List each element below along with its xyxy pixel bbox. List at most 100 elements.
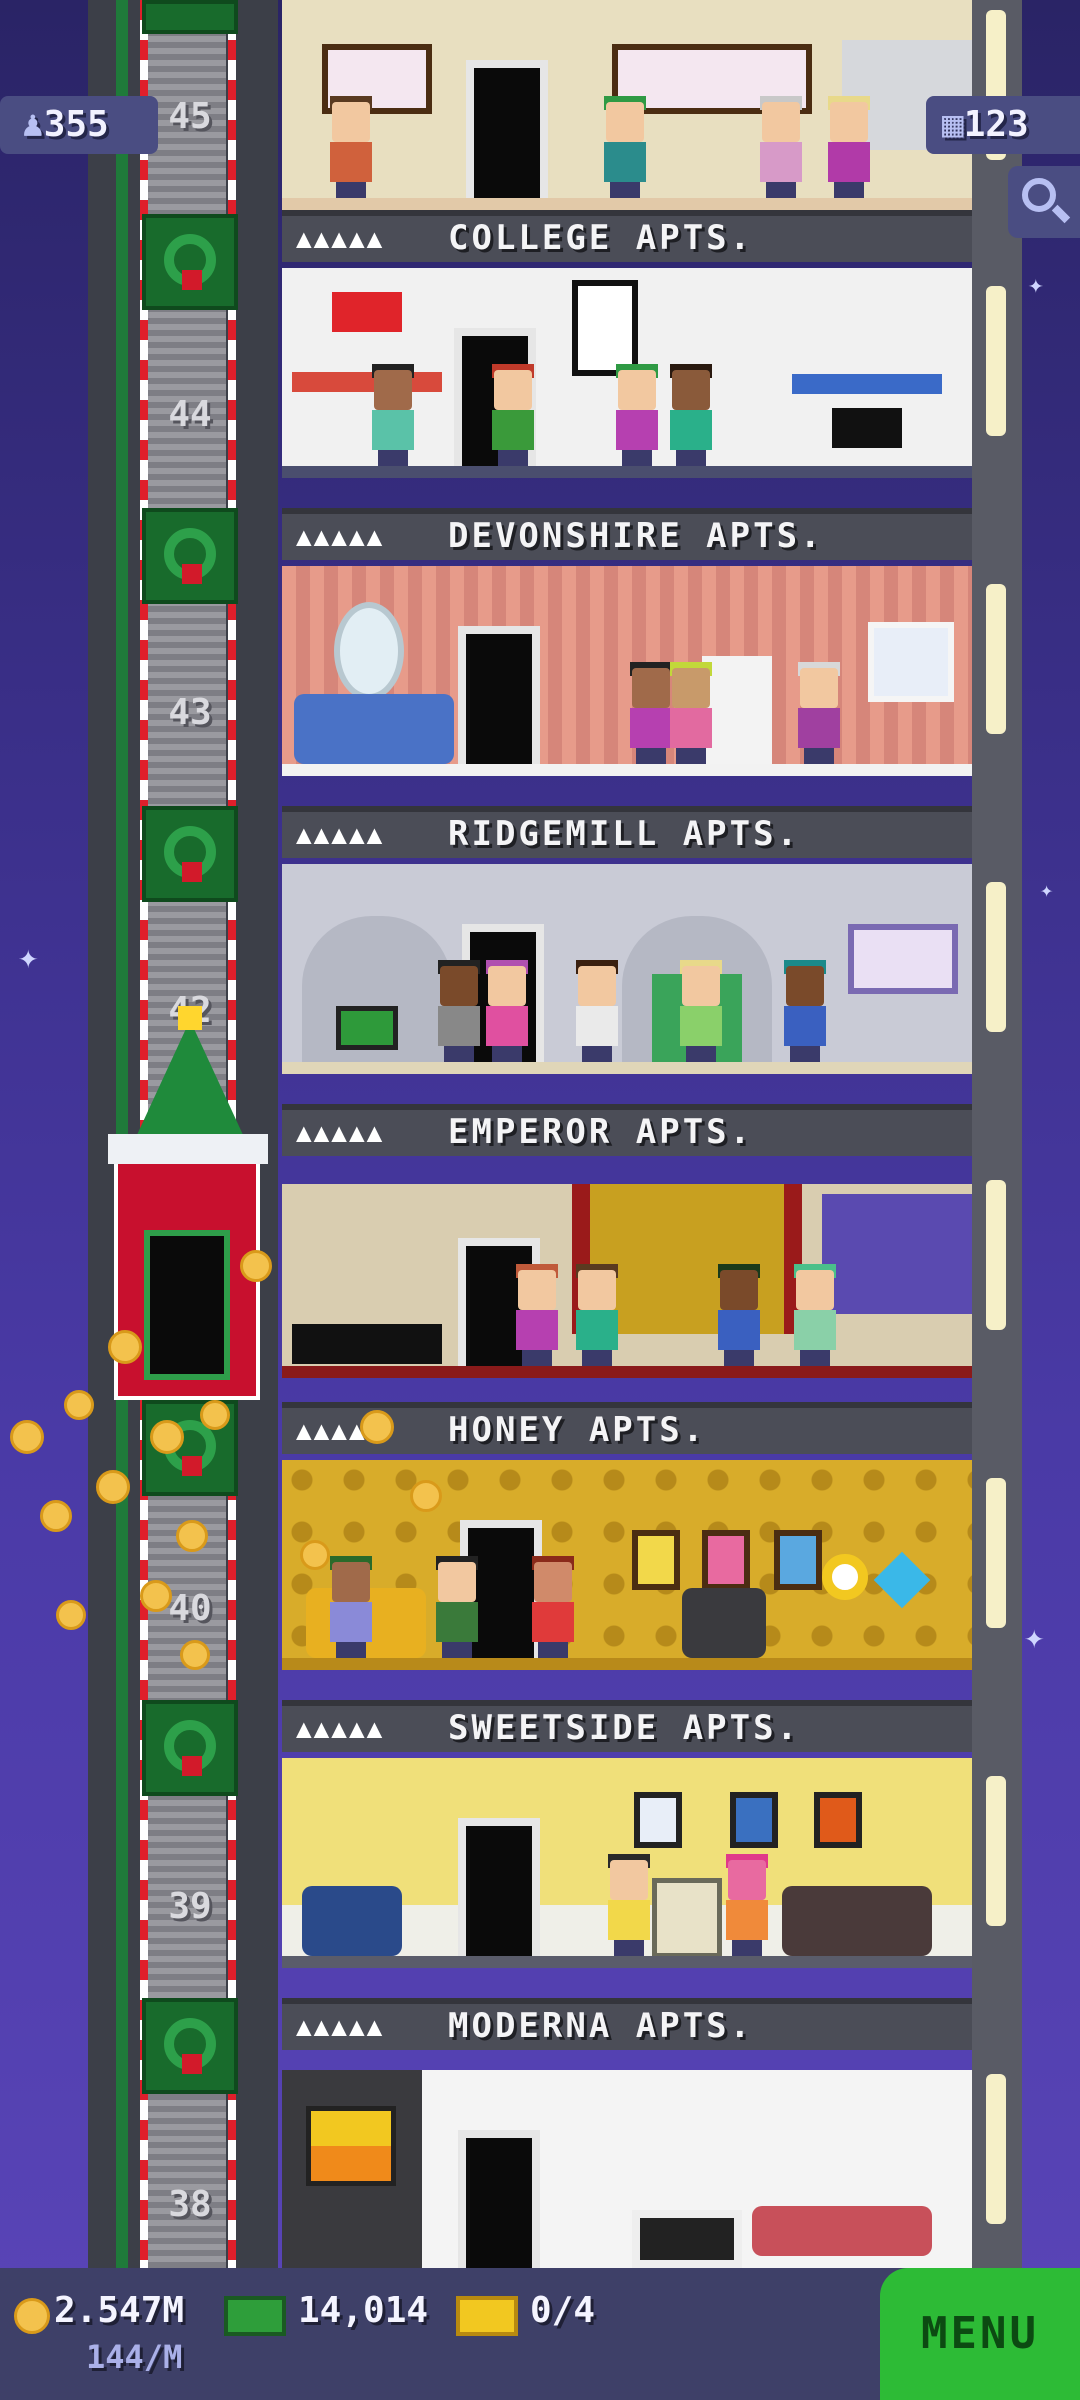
sofa — [752, 2206, 932, 2256]
floor-baseboard — [282, 466, 972, 478]
picture-frame — [702, 1530, 750, 1590]
room-interior — [282, 0, 972, 210]
arcade-machine — [652, 1878, 722, 1958]
magnifier-icon — [1022, 178, 1056, 212]
menu-button[interactable]: MENU — [880, 2268, 1080, 2400]
floor-baseboard — [282, 1366, 972, 1378]
tenant — [434, 960, 484, 1062]
coin-icon — [176, 1520, 208, 1552]
wreath-decoration — [142, 214, 238, 310]
apartment-door — [458, 626, 540, 776]
floor-number-label: 38 — [168, 2184, 212, 2225]
elevator-car[interactable] — [108, 1134, 268, 1400]
tenant — [528, 1556, 578, 1658]
modern-art — [306, 2106, 396, 2186]
bunk-bed — [792, 374, 942, 394]
floors-counter[interactable]: ▦123 — [926, 96, 1080, 154]
floor-name: MODERNA APTS. — [448, 2006, 754, 2046]
black-sideboard — [292, 1324, 442, 1364]
oval-mirror — [334, 602, 404, 700]
blue-flower-icon — [873, 1551, 931, 1609]
floor-rating-icons: ▲▲▲▲▲ — [296, 1714, 385, 1744]
window-light — [986, 584, 1006, 734]
window-light — [986, 1478, 1006, 1628]
tenant — [612, 364, 662, 466]
coin-icon — [14, 2298, 50, 2334]
wreath-decoration — [142, 806, 238, 902]
tenant — [368, 364, 418, 466]
tenant — [722, 1854, 772, 1956]
tenant — [714, 1264, 764, 1366]
sky-star: ✦ — [1040, 878, 1054, 903]
tenant — [780, 960, 830, 1062]
tenant — [572, 1264, 622, 1366]
coin-icon — [56, 1600, 86, 1630]
coins-rate: 144/M — [86, 2338, 183, 2376]
picture-frame — [634, 1792, 682, 1848]
fireplace — [632, 2210, 742, 2268]
wreath-decoration — [142, 508, 238, 604]
floor-sign: ▲▲▲▲▲ COLLEGE APTS. — [282, 210, 972, 262]
tenant — [326, 1556, 376, 1658]
ticket-icon — [456, 2296, 518, 2336]
sofa — [294, 694, 454, 764]
floor-name: COLLEGE APTS. — [448, 218, 754, 258]
sky-star: ✦ — [1024, 1617, 1045, 1657]
floor-rating-icons: ▲▲▲▲▲ — [296, 522, 385, 552]
tv-screen — [336, 1006, 398, 1050]
white-flower-icon — [822, 1554, 868, 1600]
window-frame — [868, 622, 954, 702]
population-counter[interactable]: ♟355 — [0, 96, 158, 154]
night-window — [822, 1194, 972, 1314]
search-button[interactable] — [1008, 166, 1080, 238]
picture-frame — [632, 1530, 680, 1590]
window-light — [986, 1180, 1006, 1330]
coins-value[interactable]: 2.547M — [54, 2290, 184, 2331]
tickets-value[interactable]: 0/4 — [530, 2290, 595, 2331]
tree-star-icon — [178, 1006, 202, 1030]
room-interior — [282, 2070, 972, 2268]
tower-right-column — [972, 0, 1022, 2268]
wreath-decoration — [142, 1998, 238, 2094]
tenant — [432, 1556, 482, 1658]
tenant — [482, 960, 532, 1062]
room-interior — [282, 1184, 972, 1378]
floor-rating-icons: ▲▲▲▲▲ — [296, 820, 385, 850]
building-icon: ▦ — [942, 104, 964, 145]
tenant — [666, 662, 716, 764]
floor-baseboard — [282, 1658, 972, 1670]
sofa — [782, 1886, 932, 1956]
room-interior — [282, 268, 972, 478]
tenant — [326, 96, 376, 198]
tenant — [512, 1264, 562, 1366]
person-icon: ♟ — [22, 104, 44, 145]
bux-value[interactable]: 14,014 — [298, 2290, 428, 2331]
floor-sign: ▲▲▲▲▲ DEVONSHIRE APTS. — [282, 508, 972, 560]
floor-number-label: 44 — [168, 394, 212, 435]
population-value: 355 — [43, 104, 109, 145]
floor-number-label: 39 — [168, 1886, 212, 1927]
floor-rating-icons: ▲▲▲▲▲ — [296, 224, 385, 254]
armchair — [682, 1588, 766, 1658]
floor-baseboard — [282, 1062, 972, 1074]
room-interior — [282, 1460, 972, 1670]
floor-baseboard — [282, 764, 972, 776]
coin-icon — [140, 1580, 172, 1612]
wreath-decoration — [142, 1700, 238, 1796]
room-interior — [282, 566, 972, 776]
floor-sign: ▲▲▲▲▲ MODERNA APTS. — [282, 1998, 972, 2050]
tenant — [572, 960, 622, 1062]
window-light — [986, 2074, 1006, 2224]
floor-sign: ▲▲▲▲▲ SWEETSIDE APTS. — [282, 1700, 972, 1752]
floors-value: 123 — [963, 104, 1029, 145]
coin-icon — [200, 1400, 230, 1430]
floor-number-label: 43 — [168, 692, 212, 733]
poster-frame — [572, 280, 638, 376]
bux-icon — [224, 2296, 286, 2336]
snow-roof — [108, 1134, 268, 1164]
floor-name: EMPEROR APTS. — [448, 1112, 754, 1152]
floor-name: RIDGEMILL APTS. — [448, 814, 801, 854]
window-light — [986, 1776, 1006, 1926]
christmas-tree-icon — [130, 1020, 250, 1150]
coin-icon — [64, 1390, 94, 1420]
